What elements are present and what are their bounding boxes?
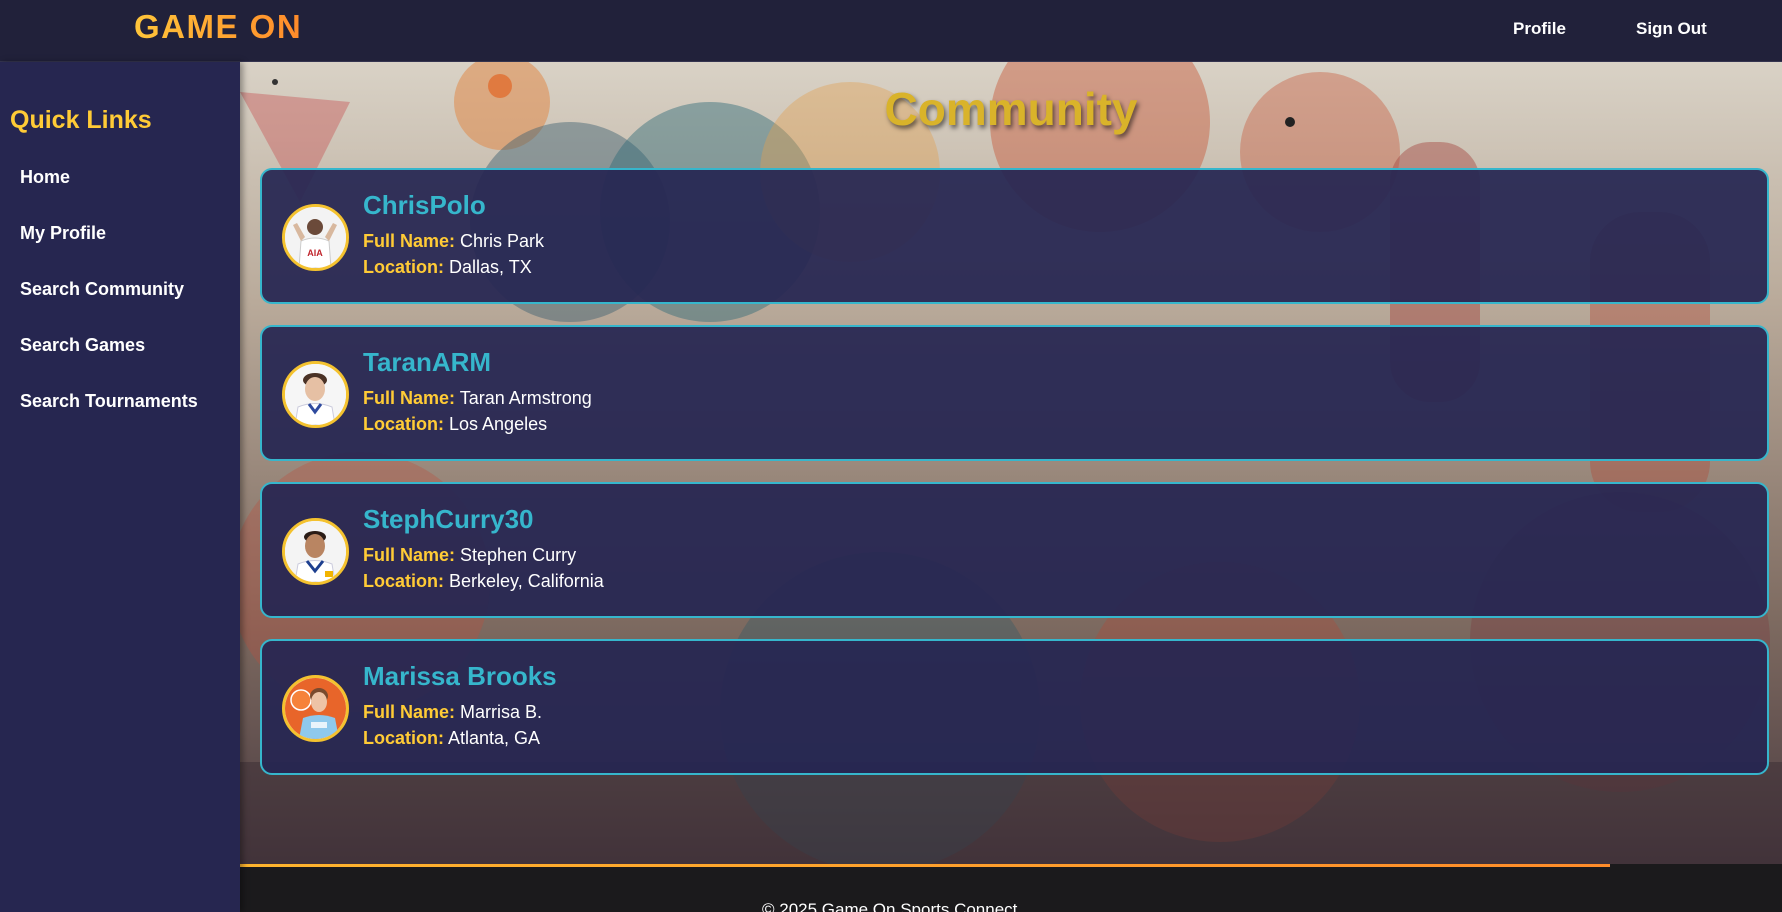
nav-sign-out-link[interactable]: Sign Out (1636, 19, 1707, 39)
member-location: Location: Los Angeles (363, 414, 548, 434)
member-location: Location: Dallas, TX (363, 257, 532, 277)
footer-divider (240, 864, 1610, 867)
member-location: Location: Atlanta, GA (363, 728, 541, 748)
member-full-name: Full Name: Chris Park (363, 231, 545, 251)
sidebar-item-home[interactable]: Home (20, 167, 70, 188)
member-card[interactable]: AIA ChrisPolo Full Name: Chris Park Loca… (260, 168, 1769, 304)
avatar (282, 361, 349, 428)
sidebar: Quick Links Home My Profile Search Commu… (0, 62, 240, 912)
main-content: Community AIA ChrisPolo Full Name: Chris… (240, 62, 1782, 864)
sidebar-item-search-games[interactable]: Search Games (20, 335, 145, 356)
sidebar-item-my-profile[interactable]: My Profile (20, 223, 106, 244)
member-card[interactable]: StephCurry30 Full Name: Stephen Curry Lo… (260, 482, 1769, 618)
brand-logo[interactable]: GAME ON (134, 8, 302, 46)
avatar: AIA (282, 204, 349, 271)
member-username[interactable]: TaranARM (363, 347, 491, 378)
member-username[interactable]: StephCurry30 (363, 504, 534, 535)
avatar (282, 675, 349, 742)
member-username[interactable]: Marissa Brooks (363, 661, 557, 692)
top-navbar: GAME ON Profile Sign Out (0, 0, 1782, 62)
member-card[interactable]: Marissa Brooks Full Name: Marrisa B. Loc… (260, 639, 1769, 775)
member-username[interactable]: ChrisPolo (363, 190, 486, 221)
member-card[interactable]: TaranARM Full Name: Taran Armstrong Loca… (260, 325, 1769, 461)
footer: © 2025 Game On Sports Connect (240, 864, 1782, 912)
member-full-name: Full Name: Marrisa B. (363, 702, 543, 722)
sidebar-title: Quick Links (10, 106, 152, 134)
sidebar-item-search-community[interactable]: Search Community (20, 279, 184, 300)
svg-text:AIA: AIA (307, 248, 323, 258)
member-location: Location: Berkeley, California (363, 571, 604, 591)
member-full-name: Full Name: Taran Armstrong (363, 388, 592, 408)
page-title: Community (884, 83, 1138, 135)
footer-copyright: © 2025 Game On Sports Connect (762, 900, 1018, 912)
nav-profile-link[interactable]: Profile (1513, 19, 1566, 39)
member-full-name: Full Name: Stephen Curry (363, 545, 577, 565)
avatar (282, 518, 349, 585)
sidebar-item-search-tournaments[interactable]: Search Tournaments (20, 391, 198, 412)
